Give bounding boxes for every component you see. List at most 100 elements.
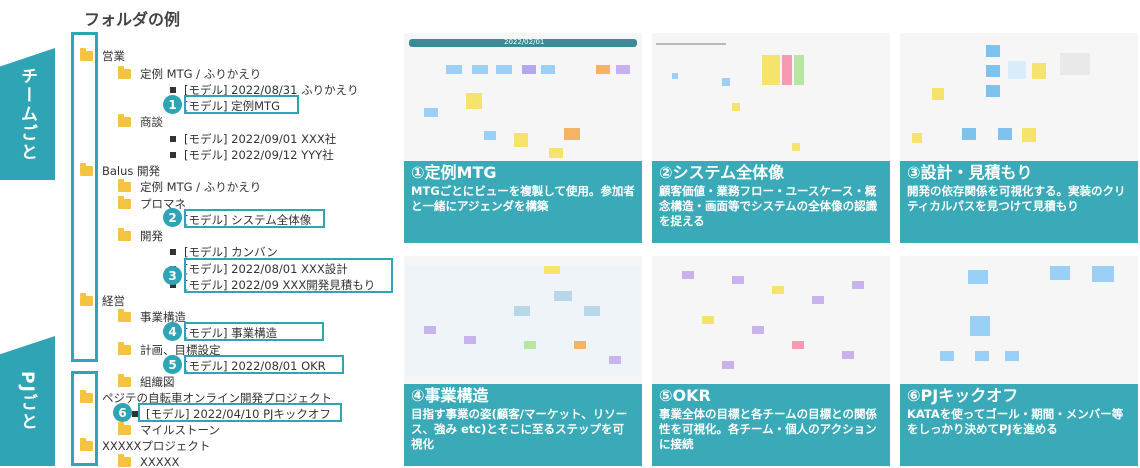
folder-icon bbox=[118, 196, 131, 209]
sticky-note bbox=[970, 316, 990, 336]
bullet-icon bbox=[170, 136, 176, 142]
screenshot-thumbnail: 2022/02/01 bbox=[404, 33, 642, 161]
folder-negotiation[interactable]: 商談 bbox=[118, 114, 163, 130]
highlight-box bbox=[184, 355, 344, 374]
card-description: 目指す事業の姿(顧客/マーケット、リソース、強み etc)とそこに至るステップを… bbox=[411, 407, 628, 451]
marker-2: 2 bbox=[163, 208, 182, 227]
card-description: 事業全体の目標と各チームの目標との関係性を可視化。各チーム・個人のアクションに接… bbox=[659, 407, 878, 451]
sticky-note bbox=[986, 65, 1000, 77]
bullet-icon bbox=[170, 152, 176, 158]
sticky-note bbox=[484, 131, 496, 140]
highlight-box bbox=[184, 209, 325, 228]
sticky-note bbox=[812, 296, 824, 304]
sticky-note bbox=[762, 55, 780, 85]
sticky-note bbox=[1022, 128, 1036, 142]
card-regular-mtg[interactable]: 2022/02/01 ①定例MTG MTGごとにビューを複製して使用。参加者と一… bbox=[404, 33, 642, 243]
card-caption: ①定例MTG MTGごとにビューを複製して使用。参加者と一緒にアジェンダを構築 bbox=[404, 161, 642, 243]
card-system-overview[interactable]: ②システム全体像 顧客価値・業務フロー・ユースケース・概念構造・画面等でシステム… bbox=[652, 33, 890, 243]
sticky-note bbox=[472, 65, 488, 74]
sticky-note bbox=[912, 133, 922, 143]
screenshot-thumbnail bbox=[652, 256, 890, 384]
sticky-note bbox=[702, 316, 714, 324]
folder-regular-mtg[interactable]: 定例 MTG / ふりかえり bbox=[118, 179, 261, 195]
folder-label: XXXXX bbox=[140, 455, 180, 468]
marker-3: 3 bbox=[163, 266, 182, 285]
marker-1: 1 bbox=[163, 95, 182, 114]
folder-management[interactable]: 経営 bbox=[80, 293, 125, 309]
folder-icon bbox=[80, 48, 93, 61]
sticky-note bbox=[446, 65, 462, 74]
sticky-note bbox=[682, 271, 694, 279]
sticky-note bbox=[1060, 53, 1090, 75]
folder-org-chart[interactable]: 組織図 bbox=[118, 374, 175, 390]
folder-milestone[interactable]: マイルストーン bbox=[118, 422, 220, 438]
sticky-note bbox=[752, 326, 764, 334]
toolbar-line bbox=[656, 43, 726, 45]
sticky-note bbox=[514, 306, 530, 316]
card-business-structure[interactable]: ④事業構造 目指す事業の姿(顧客/マーケット、リソース、強み etc)とそこに至… bbox=[404, 256, 642, 466]
folder-label: Balus 開発 bbox=[102, 164, 161, 178]
card-caption: ④事業構造 目指す事業の姿(顧客/マーケット、リソース、強み etc)とそこに至… bbox=[404, 384, 642, 466]
folder-regular-mtg[interactable]: 定例 MTG / ふりかえり bbox=[118, 66, 261, 82]
sticky-note bbox=[772, 286, 784, 294]
folder-balus-dev[interactable]: Balus 開発 bbox=[80, 163, 160, 179]
model-item[interactable]: [モデル] 2022/09/01 XXX社 bbox=[170, 131, 336, 147]
sticky-note bbox=[544, 266, 560, 274]
sticky-note bbox=[1008, 61, 1026, 79]
folder-xxxxx-project[interactable]: XXXXXプロジェクト bbox=[80, 438, 210, 454]
screen-date: 2022/02/01 bbox=[504, 38, 545, 46]
card-title: ⑥PJキックオフ bbox=[907, 386, 1019, 405]
model-label: [モデル] 2022/09/12 YYY社 bbox=[184, 148, 334, 162]
folder-xxxxx[interactable]: XXXXX bbox=[118, 454, 180, 468]
folder-label: 組織図 bbox=[140, 375, 175, 389]
sticky-note bbox=[584, 306, 600, 316]
sticky-note bbox=[424, 326, 436, 334]
sticky-note bbox=[962, 128, 976, 140]
card-caption: ②システム全体像 顧客価値・業務フロー・ユースケース・概念構造・画面等でシステム… bbox=[652, 161, 890, 243]
folder-development[interactable]: 開発 bbox=[118, 228, 163, 244]
highlight-box bbox=[184, 258, 393, 293]
team-folder-bracket bbox=[71, 32, 98, 362]
folder-icon bbox=[80, 390, 93, 403]
sticky-note bbox=[940, 351, 954, 361]
sticky-note bbox=[466, 93, 482, 109]
sticky-note bbox=[524, 341, 536, 349]
card-okr[interactable]: ⑤OKR 事業全体の目標と各チームの目標との関係性を可視化。各チーム・個人のアク… bbox=[652, 256, 890, 466]
sticky-note bbox=[782, 55, 792, 85]
folder-icon bbox=[118, 342, 131, 355]
folder-icon bbox=[80, 293, 93, 306]
board-area bbox=[406, 266, 640, 376]
sticky-note bbox=[975, 351, 989, 361]
folder-sales[interactable]: 営業 bbox=[80, 48, 125, 64]
team-label: チームごと bbox=[0, 48, 55, 180]
card-description: MTGごとにビューを複製して使用。参加者と一緒にアジェンダを構築 bbox=[411, 184, 635, 213]
highlight-box bbox=[184, 322, 324, 341]
folder-label: プロマネ bbox=[140, 197, 186, 211]
sticky-note bbox=[424, 108, 438, 117]
folder-icon bbox=[118, 309, 131, 322]
sticky-note bbox=[464, 336, 476, 344]
sticky-note bbox=[986, 45, 1000, 57]
card-title: ③設計・見積もり bbox=[907, 163, 1033, 182]
sticky-note bbox=[792, 341, 804, 349]
folder-icon bbox=[118, 454, 131, 467]
sticky-note bbox=[596, 65, 610, 74]
sticky-note bbox=[852, 281, 864, 289]
sticky-note bbox=[1032, 63, 1046, 79]
sticky-note bbox=[541, 65, 555, 74]
model-item[interactable]: [モデル] 2022/09/12 YYY社 bbox=[170, 147, 334, 163]
sticky-note bbox=[549, 148, 563, 158]
folder-icon bbox=[118, 114, 131, 127]
folder-icon bbox=[80, 438, 93, 451]
card-description: 開発の依存関係を可視化する。実装のクリティカルパスを見つけて見積もり bbox=[907, 184, 1126, 213]
page-title: フォルダの例 bbox=[84, 10, 181, 29]
sticky-note bbox=[792, 143, 800, 151]
folder-icon bbox=[80, 163, 93, 176]
sticky-note bbox=[732, 276, 744, 284]
sticky-note bbox=[722, 361, 734, 369]
folder-label: 経営 bbox=[102, 294, 125, 308]
card-design-estimate[interactable]: ③設計・見積もり 開発の依存関係を可視化する。実装のクリティカルパスを見つけて見… bbox=[900, 33, 1138, 243]
sticky-note bbox=[794, 55, 804, 85]
card-pj-kickoff[interactable]: ⑥PJキックオフ KATAを使ってゴール・期間・メンバー等をしっかり決めてPJを… bbox=[900, 256, 1138, 466]
sticky-note bbox=[564, 128, 580, 140]
